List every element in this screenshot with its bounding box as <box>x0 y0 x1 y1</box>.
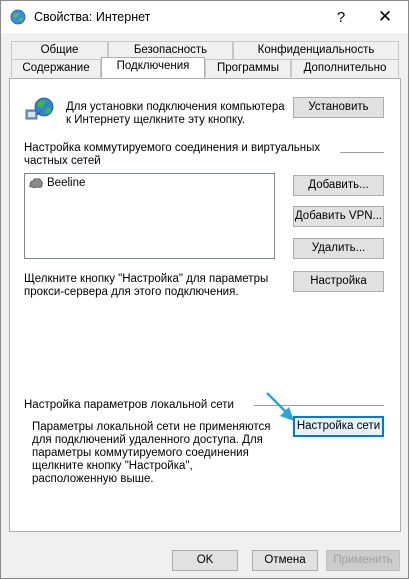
tab-advanced[interactable]: Дополнительно <box>291 59 399 77</box>
tab-general[interactable]: Общие <box>11 41 108 59</box>
title-bar[interactable]: Свойства: Интернет ? ✕ <box>1 1 408 33</box>
connections-list[interactable]: Beeline <box>24 173 275 259</box>
tab-content[interactable]: Содержание <box>11 59 101 77</box>
setup-description: Для установки подключения компьютера к И… <box>66 101 285 126</box>
window-title: Свойства: Интернет <box>34 10 151 24</box>
dialup-heading: Настройка коммутируемого соединения и ви… <box>24 142 321 167</box>
setup-button[interactable]: Установить <box>293 97 384 118</box>
dialup-settings-button[interactable]: Настройка <box>293 271 384 292</box>
lan-separator <box>254 405 384 406</box>
tab-strip: Общие Безопасность Конфиденциальность Со… <box>9 41 401 79</box>
close-button[interactable]: ✕ <box>363 1 407 33</box>
proxy-description: Щелкните кнопку "Настройка" для параметр… <box>24 273 269 298</box>
tab-programs[interactable]: Программы <box>205 59 291 77</box>
ok-button[interactable]: OK <box>172 550 238 571</box>
internet-properties-window: Свойства: Интернет ? ✕ Общие Безопасност… <box>0 0 409 579</box>
tab-privacy[interactable]: Конфиденциальность <box>233 41 399 59</box>
lan-settings-button[interactable]: Настройка сети <box>293 416 384 437</box>
list-item[interactable]: Beeline <box>29 177 85 189</box>
apply-button: Применить <box>326 550 400 571</box>
dialup-connection-icon <box>29 178 43 188</box>
lan-description: Параметры локальной сети не применяются … <box>32 421 271 485</box>
dialup-separator <box>340 152 384 153</box>
network-globe-icon <box>25 97 54 120</box>
cancel-button[interactable]: Отмена <box>252 550 318 571</box>
tab-connections[interactable]: Подключения <box>101 57 205 78</box>
remove-connection-button[interactable]: Удалить... <box>293 238 384 259</box>
add-connection-button[interactable]: Добавить... <box>293 175 384 196</box>
connections-panel: Для установки подключения компьютера к И… <box>9 78 401 532</box>
internet-globe-icon <box>10 9 26 25</box>
lan-heading: Настройка параметров локальной сети <box>24 399 234 411</box>
add-vpn-button[interactable]: Добавить VPN... <box>293 206 384 227</box>
connection-name-beeline: Beeline <box>47 177 86 189</box>
help-button[interactable]: ? <box>319 1 363 33</box>
